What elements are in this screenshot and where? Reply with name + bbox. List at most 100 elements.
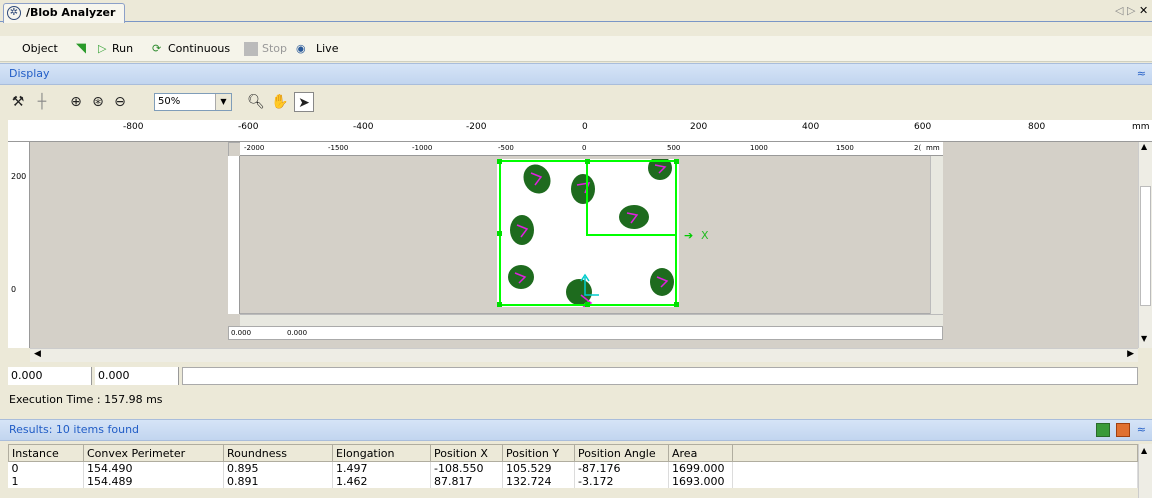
ruler-label: -800 [123,122,144,132]
blob[interactable] [650,268,674,296]
blob[interactable] [518,160,556,199]
ruler-unit: mm [1132,122,1150,132]
image-scene[interactable] [497,149,679,308]
live-icon: ◉ [296,42,306,55]
live-button[interactable]: Live [316,41,338,57]
x-axis-arrow-icon: ➔ [684,229,694,242]
cell: 105.529 [502,461,575,475]
blob[interactable] [648,156,672,180]
continuous-button[interactable]: Continuous [168,41,230,57]
execution-time: Execution Time : 157.98 ms [0,390,1152,410]
coord-x: 0.000 [8,367,92,385]
run-button[interactable]: Run [112,41,133,57]
zoom-in-icon[interactable]: ⊕ [66,92,86,112]
cell: 132.724 [502,475,575,488]
ruler-label: -500 [498,144,514,152]
col-header[interactable]: Position Y [502,444,575,462]
cell: 87.817 [430,475,503,488]
ruler-label: 0 [582,122,588,132]
tools-icon[interactable]: ⚒ [8,92,28,112]
canvas-hscroll[interactable]: ◀ ▶ [30,348,1138,362]
table-row[interactable]: 0 154.490 0.895 1.497 -108.550 105.529 -… [8,461,1138,475]
inner-coord-a: 0.000 [231,329,252,337]
col-header[interactable]: Area [668,444,733,462]
zoom-fit-icon[interactable]: ⊛ [88,92,108,112]
col-header[interactable]: Instance [8,444,84,462]
scroll-down-icon[interactable]: ▼ [1141,334,1147,343]
inner-ruler-left [228,156,240,314]
col-header[interactable]: Elongation [332,444,431,462]
zoom-out-icon[interactable]: ⊖ [110,92,130,112]
table-vscroll[interactable]: ▲ [1138,444,1152,498]
collapse-icon[interactable]: ≈ [1137,420,1146,440]
object-pointer-icon[interactable]: ◥ [76,41,86,57]
ruler-label: -200 [466,122,487,132]
cell: 1.497 [332,461,431,475]
cell: 1699.000 [668,461,733,475]
blob[interactable] [508,265,534,289]
blob[interactable] [619,205,649,229]
scroll-left-icon[interactable]: ◀ [34,349,41,359]
cell: -87.176 [574,461,669,475]
vscroll-thumb[interactable] [1140,186,1151,306]
inner-ruler-top: -2000 -1500 -1000 -500 0 500 1000 1500 2… [240,142,943,156]
ruler-label: 500 [667,144,681,152]
cell: 0 [8,461,84,475]
cell: 1.462 [332,475,431,488]
ruler-label: -2000 [244,144,265,152]
cell: 0.891 [223,475,333,488]
collapse-icon[interactable]: ≈ [1137,64,1146,84]
zoom-select[interactable]: 50% ▼ [154,93,232,111]
ruler-unit: mm [926,144,940,152]
ruler-label: 200 [11,172,27,181]
stop-icon [244,42,258,56]
ruler-label: 200 [690,122,708,132]
blob[interactable] [510,215,534,245]
inner-hscroll[interactable] [240,314,943,326]
canvas-vscroll[interactable]: ▲ ▼ [1138,142,1152,348]
cell: 0.895 [223,461,333,475]
results-panel-header[interactable]: Results: 10 items found ≈ [0,419,1152,441]
col-header[interactable]: Roundness [223,444,333,462]
scroll-up-icon[interactable]: ▲ [1141,446,1147,455]
status-field [182,367,1138,385]
blob[interactable] [571,174,595,204]
ruler-label: -1000 [412,144,433,152]
blob-analyzer-icon: ✲ [7,6,21,20]
cell: 1 [8,475,84,488]
tab-bar [0,0,1152,22]
ruler-label: 0 [11,285,17,294]
ruler-label: -400 [353,122,374,132]
inner-coords-bar: 0.000 0.000 [228,326,943,340]
scroll-right-icon[interactable]: ▷ [1127,4,1135,17]
results-table: Instance Convex Perimeter Roundness Elon… [8,444,1138,488]
zoom-value: 50% [158,96,181,107]
tab-title: /Blob Analyzer [26,6,116,19]
close-icon[interactable]: ✕ [1139,4,1148,17]
pan-hand-icon[interactable]: ✋ [270,92,290,112]
scroll-up-icon[interactable]: ▲ [1141,142,1147,151]
magnifier-icon[interactable]: 🔍︎ [246,92,266,112]
crosshair-icon[interactable]: ┼ [32,92,52,112]
display-panel-header[interactable]: Display ≈ [0,63,1152,85]
ruler-label: -600 [238,122,259,132]
col-header-filler [732,444,1138,462]
table-row[interactable]: 1 154.489 0.891 1.462 87.817 132.724 -3.… [8,475,1138,488]
object-label: Object [22,42,58,55]
export-icon[interactable] [1096,423,1110,437]
col-header[interactable]: Position Angle [574,444,669,462]
inner-coord-b: 0.000 [287,329,308,337]
clear-icon[interactable] [1116,423,1130,437]
col-header[interactable]: Position X [430,444,503,462]
stop-button[interactable]: Stop [262,41,287,57]
cell: 154.490 [83,461,224,475]
ruler-label: 0 [582,144,587,152]
inner-vscroll[interactable] [930,156,943,314]
cell: -3.172 [574,475,669,488]
dropdown-arrow-icon[interactable]: ▼ [215,94,231,110]
scroll-left-icon[interactable]: ◁ [1115,4,1123,17]
col-header[interactable]: Convex Perimeter [83,444,224,462]
scroll-right-icon[interactable]: ▶ [1127,349,1134,359]
tab-blob-analyzer[interactable]: ✲ /Blob Analyzer [3,3,125,23]
pointer-icon[interactable]: ➤ [294,92,314,112]
